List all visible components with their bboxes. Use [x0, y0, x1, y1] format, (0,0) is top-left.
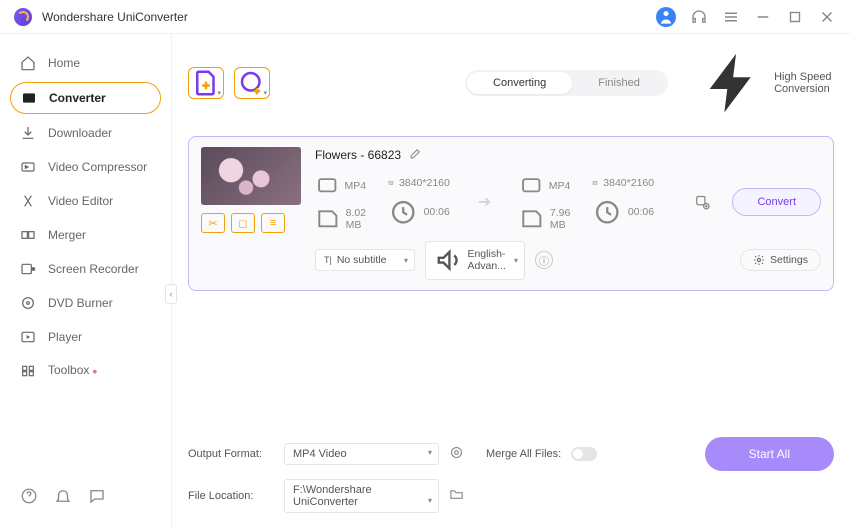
sidebar-item-converter[interactable]: Converter	[10, 82, 161, 114]
source-size: 8.02 MB	[315, 206, 366, 232]
sidebar-item-label: Downloader	[48, 126, 112, 140]
merger-icon	[20, 227, 36, 243]
file-location-select[interactable]: F:\Wondershare UniConverter	[284, 479, 439, 513]
file-card: ✂ ◻ ≡ Flowers - 66823 MP4 8.02 MB	[188, 136, 834, 290]
collapse-sidebar-button[interactable]: ‹	[165, 284, 177, 304]
audio-dropdown[interactable]: English-Advan...	[425, 241, 525, 279]
headset-icon[interactable]	[690, 8, 708, 26]
add-file-button[interactable]	[188, 67, 224, 99]
help-icon[interactable]	[20, 487, 38, 505]
open-folder-icon[interactable]	[449, 487, 464, 505]
source-format: MP4	[315, 173, 366, 198]
add-dvd-button[interactable]	[234, 67, 270, 99]
source-resolution: 3840*2160	[388, 177, 450, 189]
sidebar-item-editor[interactable]: Video Editor	[10, 186, 161, 216]
feedback-icon[interactable]	[88, 487, 106, 505]
sidebar-item-label: Video Compressor	[48, 160, 147, 174]
sidebar-item-home[interactable]: Home	[10, 48, 161, 78]
close-button[interactable]	[818, 8, 836, 26]
bell-icon[interactable]	[54, 487, 72, 505]
sidebar-item-label: DVD Burner	[48, 296, 113, 310]
compressor-icon	[20, 159, 36, 175]
sidebar-item-label: Video Editor	[48, 194, 113, 208]
toolbox-icon	[20, 363, 36, 379]
format-settings-icon[interactable]	[449, 445, 464, 463]
sidebar-item-player[interactable]: Player	[10, 322, 161, 352]
editor-icon	[20, 193, 36, 209]
converter-icon	[21, 90, 37, 106]
settings-button[interactable]: Settings	[740, 249, 821, 271]
tab-converting[interactable]: Converting	[467, 72, 572, 94]
home-icon	[20, 55, 36, 71]
sidebar-item-compressor[interactable]: Video Compressor	[10, 152, 161, 182]
recorder-icon	[20, 261, 36, 277]
merge-toggle[interactable]	[571, 447, 597, 461]
sidebar-item-label: Player	[48, 330, 82, 344]
arrow-icon: ➔	[472, 192, 497, 212]
dvd-icon	[20, 295, 36, 311]
source-duration: 00:06	[388, 197, 450, 227]
sidebar-item-label: Converter	[49, 91, 106, 105]
edit-name-icon[interactable]	[409, 147, 422, 163]
output-format-select[interactable]: MP4 Video	[284, 443, 439, 465]
sidebar-item-label: Home	[48, 56, 80, 70]
app-logo	[14, 8, 32, 26]
output-settings-icon[interactable]	[694, 193, 710, 211]
output-format-label: Output Format:	[188, 448, 274, 460]
maximize-button[interactable]	[786, 8, 804, 26]
file-name: Flowers - 66823	[315, 148, 401, 162]
target-size: 7.96 MB	[519, 206, 570, 232]
high-speed-toggle[interactable]: High Speed Conversion	[698, 48, 834, 118]
minimize-button[interactable]	[754, 8, 772, 26]
merge-label: Merge All Files:	[486, 448, 561, 460]
subtitle-dropdown[interactable]: T|No subtitle	[315, 249, 415, 271]
downloader-icon	[20, 125, 36, 141]
tab-finished[interactable]: Finished	[572, 72, 666, 94]
tab-group: Converting Finished	[465, 70, 668, 96]
convert-button[interactable]: Convert	[732, 188, 821, 216]
sidebar-item-dvd[interactable]: DVD Burner	[10, 288, 161, 318]
menu-icon[interactable]	[722, 8, 740, 26]
video-thumbnail[interactable]	[201, 147, 301, 205]
sidebar-item-label: Toolbox	[48, 363, 97, 379]
sidebar-item-recorder[interactable]: Screen Recorder	[10, 254, 161, 284]
user-avatar[interactable]	[656, 7, 676, 27]
start-all-button[interactable]: Start All	[705, 437, 834, 471]
sidebar-item-merger[interactable]: Merger	[10, 220, 161, 250]
target-duration: 00:06	[592, 197, 654, 227]
target-format: MP4	[519, 173, 570, 198]
effect-button[interactable]: ≡	[261, 213, 285, 233]
sidebar-item-label: Screen Recorder	[48, 262, 139, 276]
sidebar-item-toolbox[interactable]: Toolbox	[10, 356, 161, 386]
target-resolution: 3840*2160	[592, 177, 654, 189]
player-icon	[20, 329, 36, 345]
app-title: Wondershare UniConverter	[42, 10, 656, 24]
info-button[interactable]: ⓘ	[535, 251, 553, 269]
sidebar-item-downloader[interactable]: Downloader	[10, 118, 161, 148]
crop-button[interactable]: ◻	[231, 213, 255, 233]
trim-button[interactable]: ✂	[201, 213, 225, 233]
sidebar-item-label: Merger	[48, 228, 86, 242]
file-location-label: File Location:	[188, 490, 274, 502]
